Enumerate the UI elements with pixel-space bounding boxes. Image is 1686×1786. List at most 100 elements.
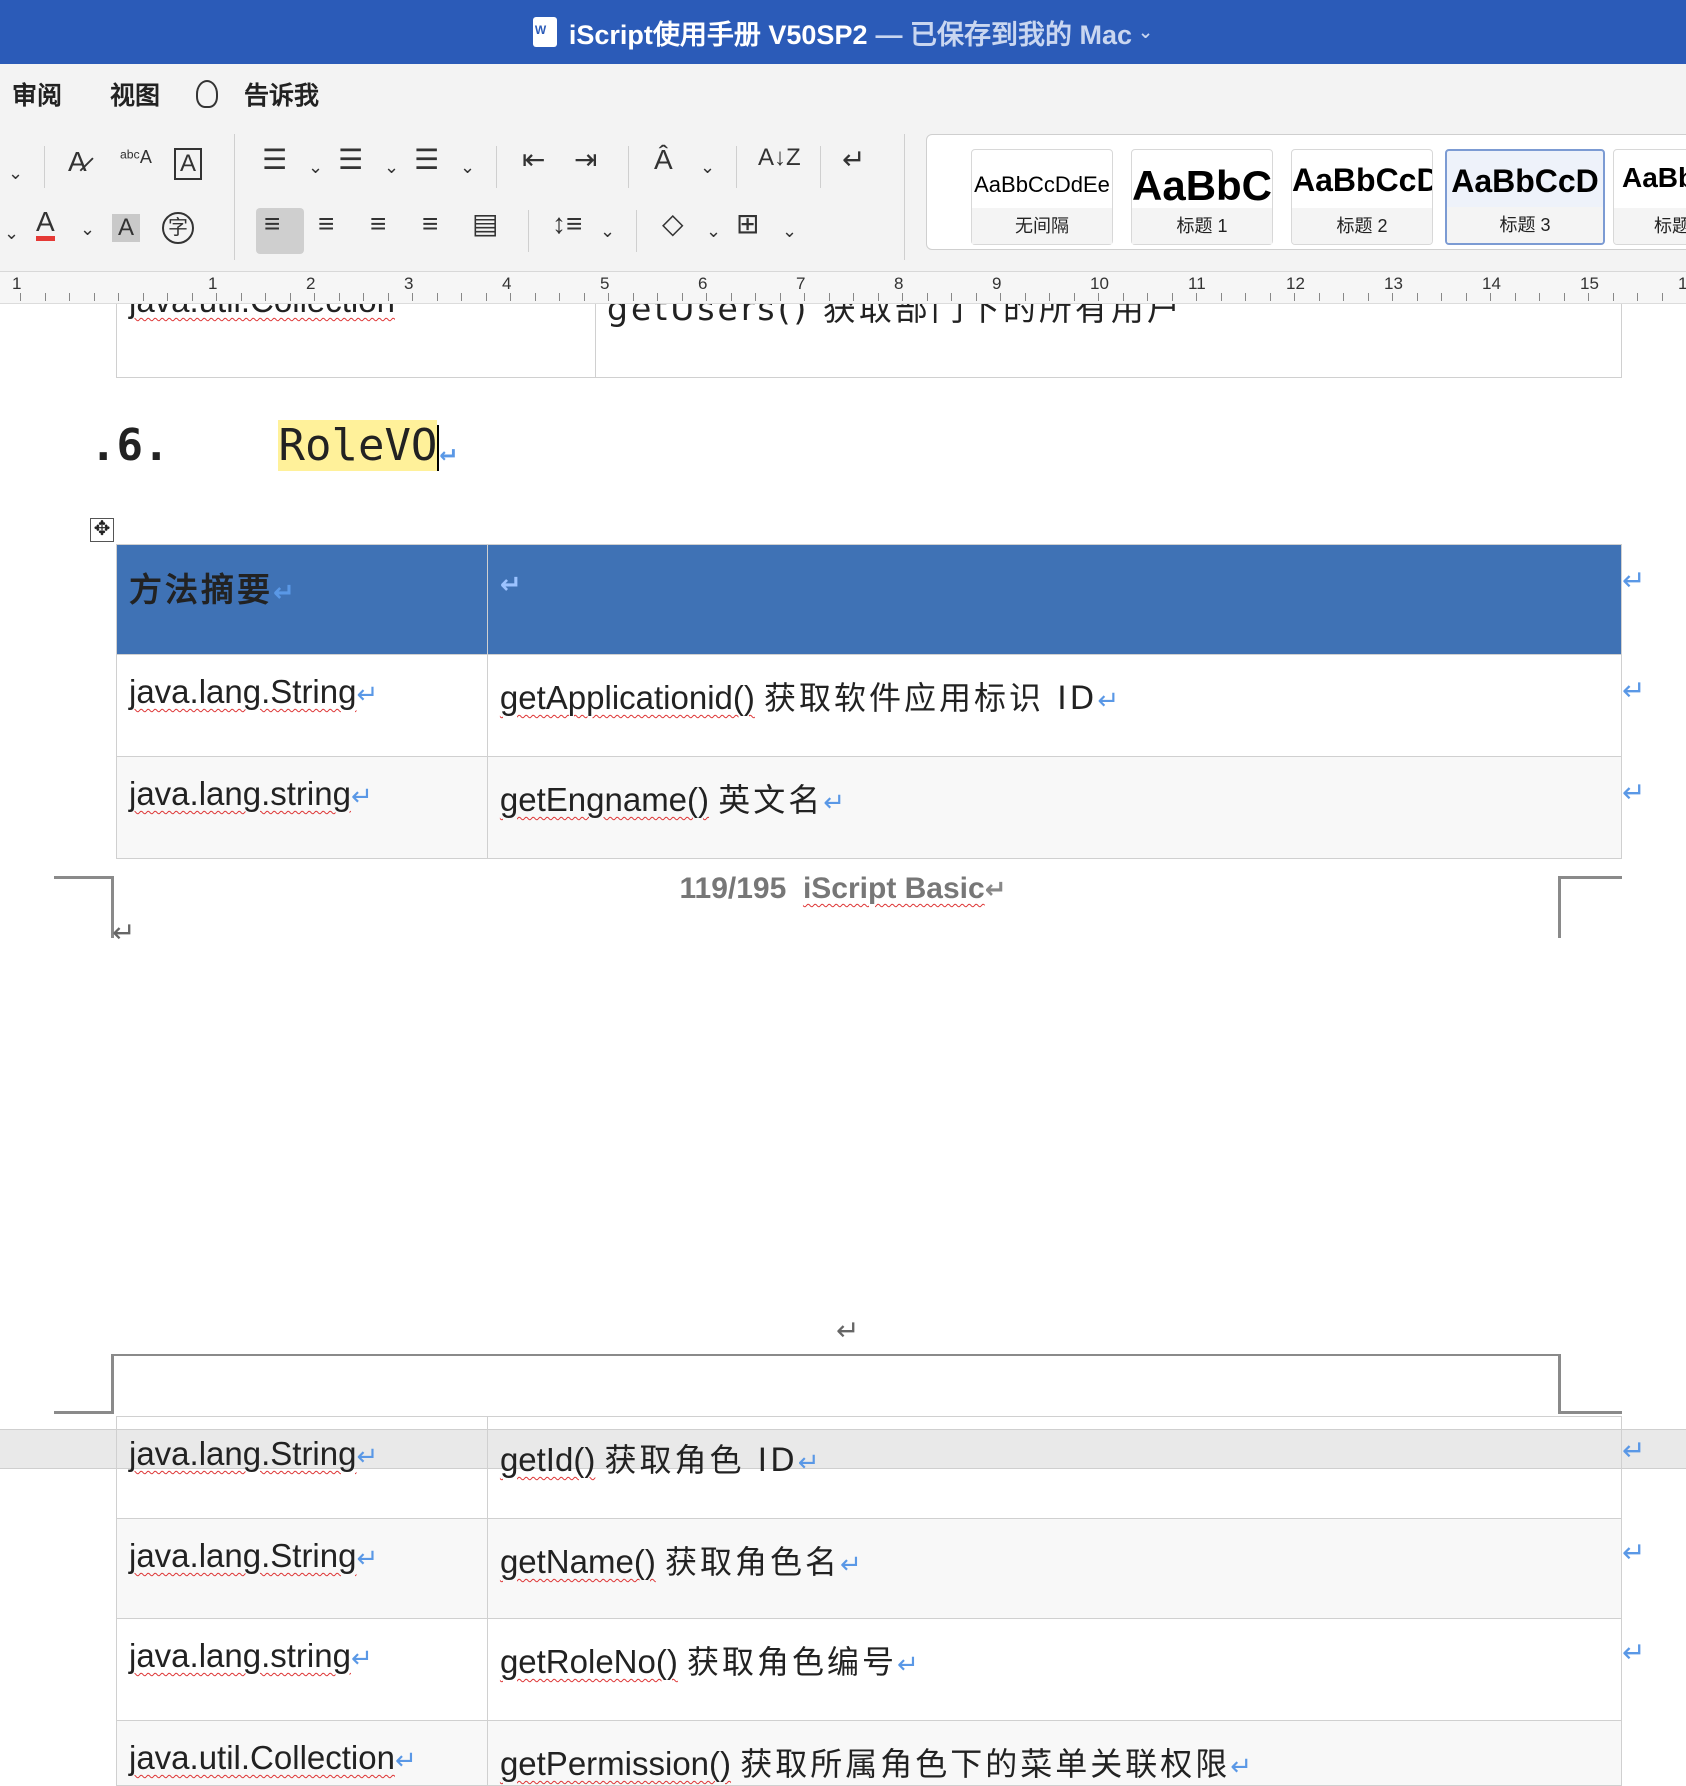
chevron-down-icon[interactable]: ⌄	[782, 222, 797, 240]
ruler-number: 14	[1482, 274, 1501, 293]
row-end-mark: ↵	[1622, 565, 1646, 596]
ruler-tick	[1490, 293, 1491, 301]
ruler-tick	[216, 293, 217, 301]
ruler-tick	[780, 293, 781, 301]
method-cell[interactable]: getId() 获取角色 ID↵	[486, 1416, 1623, 1519]
page-footer[interactable]: 119/195 iScript Basic↵	[0, 872, 1686, 906]
method-cell[interactable]: getPermission() 获取所属角色下的菜单关联权限↵	[486, 1720, 1623, 1786]
ruler-number: 16	[1678, 274, 1686, 293]
row-end-mark: ↵	[1622, 777, 1646, 808]
tab-review[interactable]: 审阅	[12, 76, 62, 112]
ruler-tick	[1147, 293, 1148, 301]
save-status[interactable]: — 已保存到我的 Mac	[875, 13, 1132, 52]
prev-desc-cell[interactable]: getUsers() 获取部门下的所有用户	[607, 304, 1183, 330]
style-heading-3[interactable]: AaBbCcD 标题 3	[1445, 149, 1605, 245]
horizontal-ruler[interactable]: 112345678910111213141516	[0, 272, 1686, 304]
method-cell[interactable]: getEngname() 英文名↵	[486, 756, 1623, 859]
character-shading-icon[interactable]: A	[112, 214, 141, 242]
ruler-tick	[1294, 293, 1295, 301]
styles-gallery: AaBbCcDdEe 无间隔 AaBbC 标题 1 AaBbCcD 标题 2 A…	[926, 134, 1686, 250]
style-heading-2[interactable]: AaBbCcD 标题 2	[1291, 149, 1433, 245]
heading-number: .6.	[90, 420, 170, 471]
show-formatting-marks-icon[interactable]: ↵	[842, 146, 865, 174]
justify-icon[interactable]: ≡	[422, 210, 438, 238]
method-cell[interactable]: getRoleNo() 获取角色编号↵	[486, 1618, 1623, 1721]
align-right-icon[interactable]: ≡	[370, 210, 386, 238]
row-end-mark: ↵	[1622, 1537, 1646, 1568]
ruler-number: 8	[894, 274, 904, 293]
type-cell[interactable]: java.lang.String↵	[116, 654, 488, 757]
type-cell[interactable]: java.util.Collection↵	[116, 1720, 488, 1786]
shading-bucket-icon[interactable]: ◇	[662, 210, 684, 238]
style-no-spacing[interactable]: AaBbCcDdEe 无间隔	[971, 149, 1113, 245]
method-cell[interactable]: getApplicationid() 获取软件应用标识 ID↵	[486, 654, 1623, 757]
ruler-tick	[363, 293, 364, 301]
chevron-down-icon[interactable]: ⌄	[700, 158, 715, 176]
table-header-row: 方法摘要↵ ↵	[116, 544, 1623, 655]
text-direction-icon[interactable]: Â	[654, 146, 673, 174]
header-rule	[114, 1354, 1560, 1356]
ruler-tick	[731, 293, 732, 301]
numbering-icon[interactable]: ☰	[338, 146, 363, 174]
ruler-number: 9	[992, 274, 1002, 293]
header-cell[interactable]: 方法摘要↵	[116, 544, 488, 655]
row-end-mark: ↵	[1622, 1637, 1646, 1668]
row-end-mark: ↵	[1622, 1435, 1646, 1466]
chevron-down-icon[interactable]: ⌄	[4, 224, 19, 242]
chevron-down-icon[interactable]: ⌄	[460, 158, 475, 176]
ruler-tick	[951, 293, 952, 301]
section-heading[interactable]: .6. RoleVO↵	[90, 420, 455, 471]
phonetic-guide-icon[interactable]: ᵃᵇᶜA	[120, 148, 152, 166]
ruler-tick	[535, 293, 536, 301]
clear-formatting-icon[interactable]: A̷	[68, 148, 87, 176]
prev-type-cell[interactable]: java.util.Collection	[129, 304, 395, 320]
ruler-number: 1	[208, 274, 218, 293]
chevron-down-icon[interactable]: ⌄	[1138, 22, 1153, 43]
chevron-down-icon[interactable]: ⌄	[80, 220, 95, 238]
method-cell[interactable]: getName() 获取角色名↵	[486, 1518, 1623, 1619]
font-color-icon[interactable]: A	[36, 208, 55, 241]
ruler-tick	[584, 293, 585, 301]
type-cell[interactable]: java.lang.string↵	[116, 1618, 488, 1721]
style-heading-1[interactable]: AaBbC 标题 1	[1131, 149, 1273, 245]
bullets-icon[interactable]: ☰	[262, 146, 287, 174]
lightbulb-icon	[196, 80, 219, 108]
sort-icon[interactable]: A↓Z	[758, 146, 801, 170]
tab-view[interactable]: 视图	[110, 76, 160, 112]
tab-tell-me[interactable]: 告诉我	[244, 76, 319, 112]
chevron-down-icon[interactable]: ⌄	[600, 222, 615, 240]
ruler-tick	[1392, 293, 1393, 301]
chevron-down-icon[interactable]: ⌄	[8, 164, 23, 182]
prev-table-fragment: java.util.Collection getUsers() 获取部门下的所有…	[116, 304, 1622, 378]
type-cell[interactable]: java.lang.String↵	[116, 1518, 488, 1619]
line-spacing-icon[interactable]: ↕≡	[552, 210, 582, 238]
distributed-icon[interactable]: ▤	[472, 210, 498, 238]
chevron-down-icon[interactable]: ⌄	[384, 158, 399, 176]
header-cell-empty[interactable]: ↵	[486, 544, 1623, 655]
align-left-icon[interactable]: ≡	[264, 210, 280, 238]
chevron-down-icon[interactable]: ⌄	[308, 158, 323, 176]
type-cell[interactable]: java.lang.string↵	[116, 756, 488, 859]
character-border-icon[interactable]: A	[174, 148, 203, 180]
ruler-tick	[804, 293, 805, 301]
ruler-tick	[1172, 293, 1173, 301]
borders-icon[interactable]: ⊞	[736, 210, 759, 238]
ruler-tick	[1466, 293, 1467, 301]
multilevel-list-icon[interactable]: ☰	[414, 146, 439, 174]
row-end-mark: ↵	[1622, 675, 1646, 706]
table-move-handle-icon[interactable]: ✥	[90, 518, 114, 542]
increase-indent-icon[interactable]: ⇥	[574, 146, 597, 174]
chevron-down-icon[interactable]: ⌄	[706, 222, 721, 240]
style-heading[interactable]: AaBb( 标题	[1613, 149, 1686, 245]
document-canvas: java.util.Collection getUsers() 获取部门下的所有…	[0, 304, 1686, 1786]
window-titlebar: iScript使用手册 V50SP2 — 已保存到我的 Mac ⌄	[0, 0, 1686, 64]
enclose-character-icon[interactable]: 字	[162, 212, 194, 244]
ruler-tick	[976, 293, 977, 301]
type-cell[interactable]: java.lang.String↵	[116, 1416, 488, 1519]
decrease-indent-icon[interactable]: ⇤	[522, 146, 545, 174]
table-row: java.lang.string↵ getEngname() 英文名↵	[116, 756, 1623, 859]
align-center-icon[interactable]: ≡	[318, 210, 334, 238]
crop-mark	[54, 1354, 114, 1414]
ruler-tick	[388, 293, 389, 301]
ruler-tick	[829, 293, 830, 301]
